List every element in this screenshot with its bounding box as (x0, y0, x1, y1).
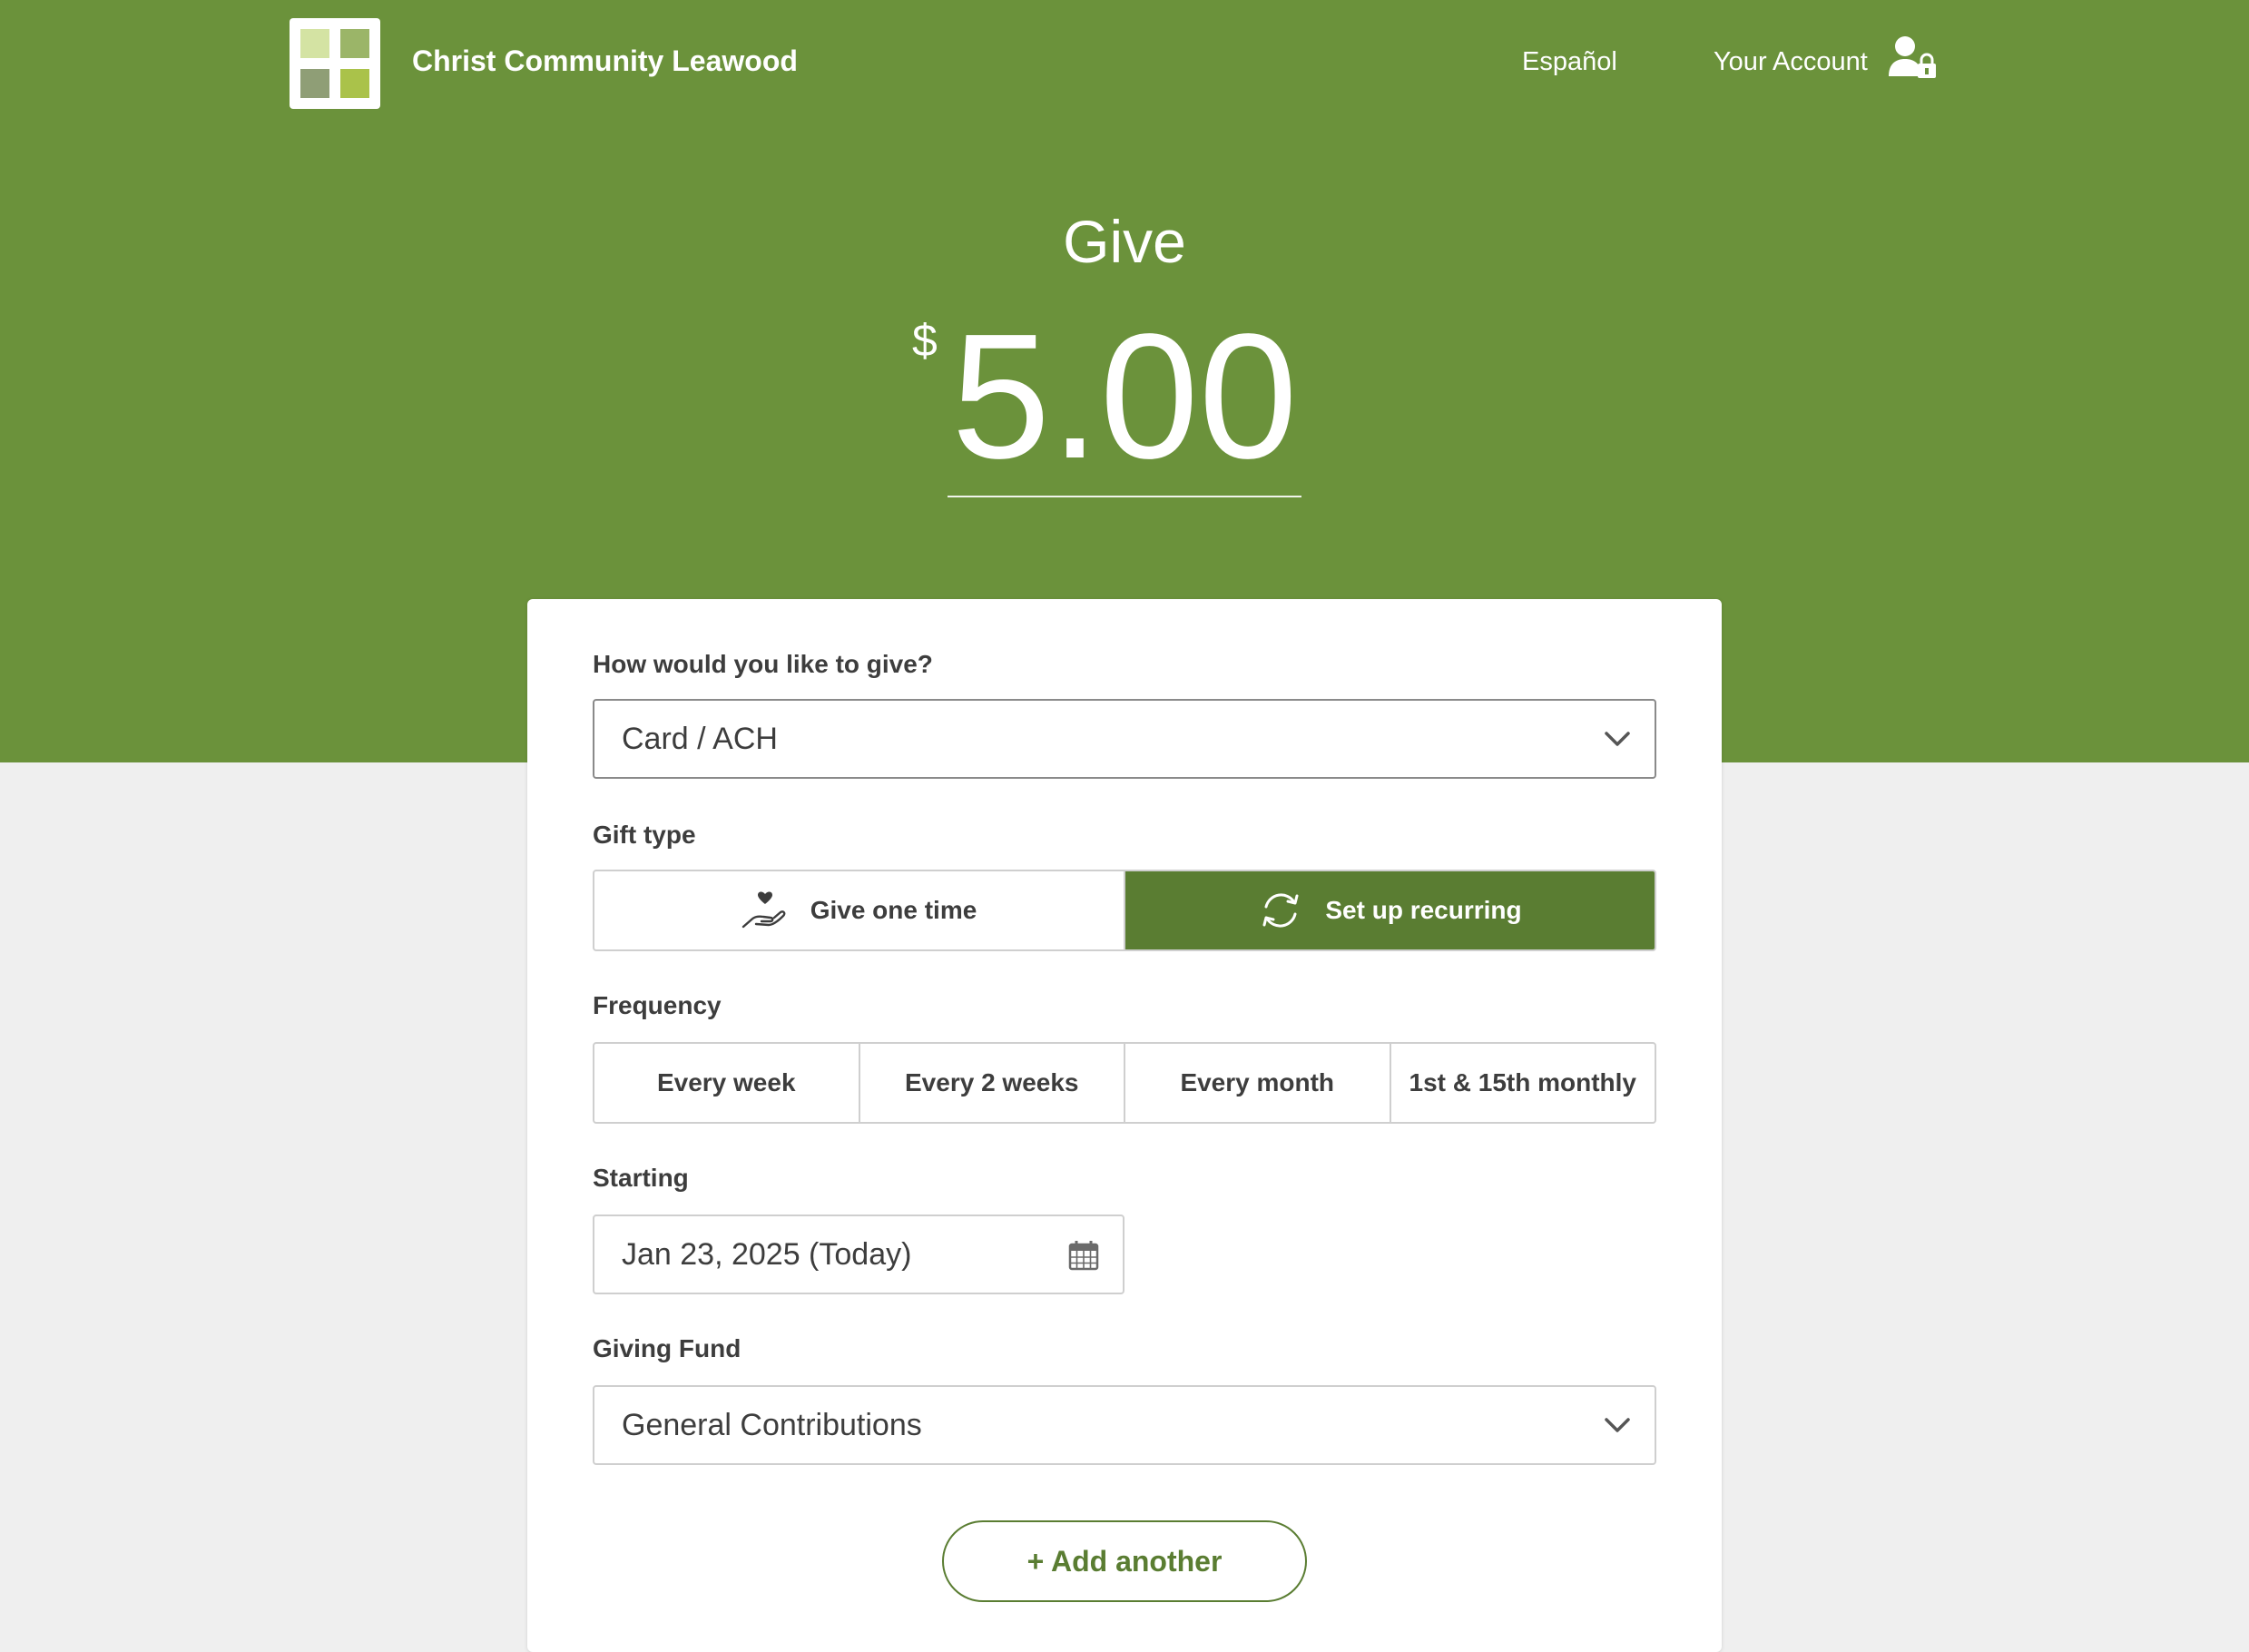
frequency-every-month[interactable]: Every month (1125, 1044, 1391, 1122)
account-link[interactable]: Your Account (1714, 47, 1868, 77)
frequency-1st-15th-monthly[interactable]: 1st & 15th monthly (1391, 1044, 1655, 1122)
user-lock-icon[interactable] (1887, 34, 1938, 82)
frequency-every-week[interactable]: Every week (594, 1044, 860, 1122)
hand-heart-icon (741, 891, 786, 929)
logo-quadrant (337, 65, 369, 98)
starting-label: Starting (593, 1164, 689, 1192)
recurring-arrows-icon (1262, 893, 1299, 928)
chevron-down-icon (1605, 1418, 1630, 1432)
brand-name: Christ Community Leawood (412, 44, 798, 77)
give-form-card: How would you like to give? Card / ACH G… (527, 599, 1722, 1652)
logo-quadrant (300, 29, 333, 62)
start-date-input[interactable]: Jan 23, 2025 (Today) (593, 1214, 1124, 1294)
set-up-recurring-button[interactable]: Set up recurring (1125, 871, 1655, 949)
language-link[interactable]: Español (1522, 47, 1617, 77)
payment-method-value: Card / ACH (622, 721, 778, 756)
giving-fund-label: Giving Fund (593, 1334, 741, 1362)
logo-cross-horizontal (299, 58, 371, 69)
set-up-recurring-label: Set up recurring (1325, 896, 1522, 924)
frequency-toggle: Every week Every 2 weeks Every month 1st… (593, 1042, 1656, 1124)
church-logo[interactable] (290, 18, 380, 109)
frequency-every-2-weeks[interactable]: Every 2 weeks (860, 1044, 1125, 1122)
give-title: Give (1063, 208, 1186, 275)
give-one-time-button[interactable]: Give one time (594, 871, 1125, 949)
give-one-time-label: Give one time (810, 896, 977, 924)
logo-quadrant (300, 65, 333, 98)
currency-symbol: $ (912, 315, 938, 366)
gift-type-toggle: Give one time Set up recurring (593, 870, 1656, 951)
gift-type-label: Gift type (593, 821, 696, 849)
calendar-icon[interactable] (1068, 1240, 1099, 1271)
start-date-value: Jan 23, 2025 (Today) (622, 1236, 912, 1272)
logo-quadrant (337, 29, 369, 62)
giving-fund-select[interactable]: General Contributions (593, 1385, 1656, 1465)
add-another-button[interactable]: + Add another (942, 1520, 1307, 1602)
payment-method-select[interactable]: Card / ACH (593, 699, 1656, 779)
amount-input[interactable]: 5.00 (948, 298, 1301, 497)
method-label: How would you like to give? (593, 650, 933, 678)
chevron-down-icon (1605, 732, 1630, 746)
giving-fund-value: General Contributions (622, 1407, 922, 1442)
frequency-label: Frequency (593, 991, 722, 1019)
